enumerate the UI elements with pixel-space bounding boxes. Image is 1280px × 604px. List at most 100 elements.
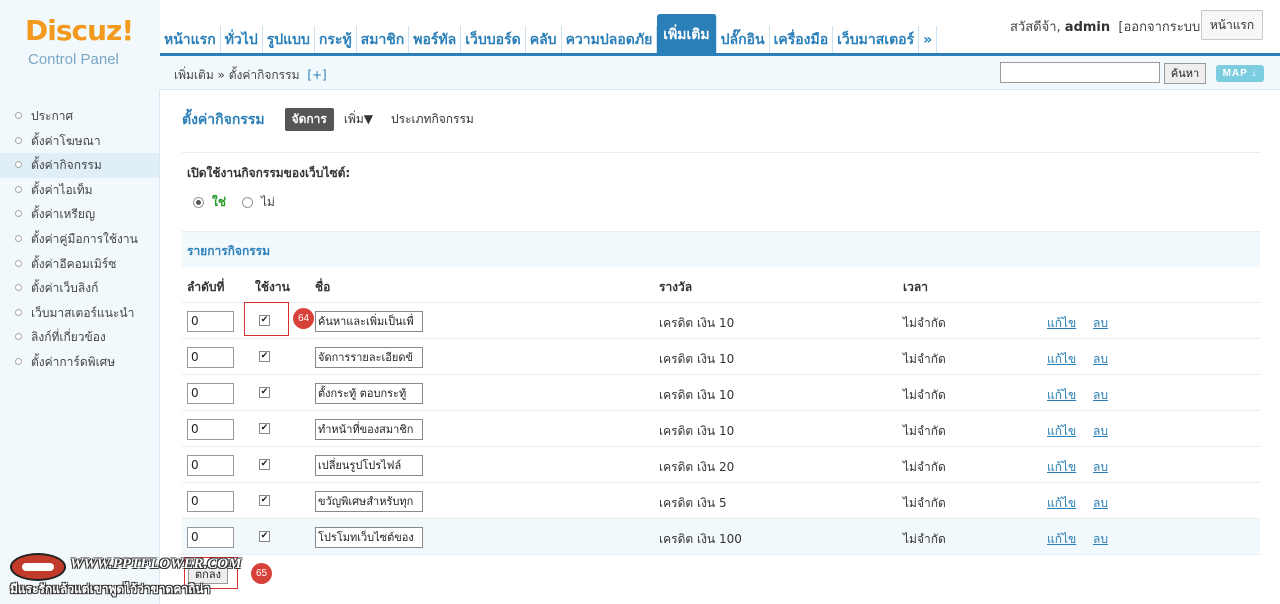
name-input[interactable]: จัดการรายละเอียดข้ xyxy=(315,347,423,368)
reward-text: เครดิต เงิน 10 xyxy=(659,388,735,402)
sidebar-item-related-links[interactable]: ลิงก์ที่เกี่ยวข้อง xyxy=(0,325,159,350)
tab-security[interactable]: ความปลอดภัย xyxy=(562,26,658,54)
enable-label: เปิดใช้งานกิจกรรมของเว็บไซต์: xyxy=(187,166,351,180)
bullet-icon xyxy=(15,210,22,218)
tab-webmaster[interactable]: เว็บมาสเตอร์ xyxy=(833,26,920,54)
add-shortcut-link[interactable]: [+] xyxy=(307,68,326,82)
sidebar-item-medals[interactable]: ตั้งค่าเหรียญ xyxy=(0,202,159,227)
enabled-checkbox[interactable]: ✔ xyxy=(259,387,270,398)
manage-button[interactable]: จัดการ xyxy=(284,108,334,131)
order-input[interactable]: 0 xyxy=(187,347,234,368)
name-input[interactable]: ขวัญพิเศษสำหรับทุก xyxy=(315,491,423,512)
tab-plugins[interactable]: ปลั๊กอิน xyxy=(717,26,770,54)
bullet-icon xyxy=(15,136,22,144)
sidebar-item-tasks[interactable]: ตั้งค่ากิจกรรม xyxy=(0,153,159,178)
order-input[interactable]: 0 xyxy=(187,419,234,440)
delete-link[interactable]: ลบ xyxy=(1093,458,1108,477)
sidebar-item-weblinks[interactable]: ตั้งค่าเว็บลิงก์ xyxy=(0,276,159,301)
logo[interactable]: Discuz! Control Panel xyxy=(0,0,160,90)
delete-link[interactable]: ลบ xyxy=(1093,350,1108,369)
tab-club[interactable]: คลับ xyxy=(526,26,562,54)
search-button[interactable]: ค้นหา xyxy=(1164,63,1206,84)
name-input[interactable]: ตั้งกระทู้ ตอบกระทู้ xyxy=(315,383,423,404)
reward-text: เครดิต เงิน 20 xyxy=(659,460,735,474)
radio-no-label[interactable]: ไม่ xyxy=(261,193,275,212)
time-text: ไม่จำกัด xyxy=(903,352,946,366)
tab-extra[interactable]: เพิ่มเติม xyxy=(657,14,717,54)
tab-members[interactable]: สมาชิก xyxy=(357,26,410,54)
enabled-checkbox[interactable]: ✔ xyxy=(259,423,270,434)
sidebar-item-ecommerce[interactable]: ตั้งค่าอีคอมเมิร์ซ xyxy=(0,252,159,277)
sidebar-item-manual[interactable]: ตั้งค่าคู่มือการใช้งาน xyxy=(0,227,159,252)
enabled-checkbox[interactable]: ✔ xyxy=(259,495,270,506)
tab-more[interactable]: » xyxy=(919,26,938,54)
time-text: ไม่จำกัด xyxy=(903,388,946,402)
page-title: ตั้งค่ากิจกรรม xyxy=(182,111,265,128)
order-input[interactable]: 0 xyxy=(187,491,234,512)
order-input[interactable]: 0 xyxy=(187,383,234,404)
delete-link[interactable]: ลบ xyxy=(1093,530,1108,549)
bullet-icon xyxy=(15,357,22,365)
radio-yes[interactable] xyxy=(193,197,204,208)
edit-link[interactable]: แก้ไข xyxy=(1047,494,1076,513)
main-content: ตั้งค่ากิจกรรม จัดการ เพิ่ม▼ ประเภทกิจกร… xyxy=(160,90,1280,604)
col-enabled: ใช้งาน xyxy=(255,280,290,294)
enabled-checkbox[interactable]: ✔ xyxy=(259,459,270,470)
sidebar-item-label: ประกาศ xyxy=(31,109,74,123)
tab-home[interactable]: หน้าแรก xyxy=(160,26,221,54)
delete-link[interactable]: ลบ xyxy=(1093,386,1108,405)
col-time: เวลา xyxy=(903,280,928,294)
order-input[interactable]: 0 xyxy=(187,455,234,476)
name-input[interactable]: โปรโมทเว็บไซต์ของ xyxy=(315,527,423,548)
edit-link[interactable]: แก้ไข xyxy=(1047,350,1076,369)
home-button[interactable]: หน้าแรก xyxy=(1201,10,1263,40)
search-input[interactable] xyxy=(1000,62,1160,83)
sidebar-item-recommended[interactable]: เว็บมาสเตอร์แนะนำ xyxy=(0,301,159,326)
tab-style[interactable]: รูปแบบ xyxy=(263,26,315,54)
radio-yes-label[interactable]: ใช่ xyxy=(212,193,226,212)
delete-link[interactable]: ลบ xyxy=(1093,494,1108,513)
bullet-icon xyxy=(15,259,22,267)
name-input[interactable]: ทำหน้าที่ของสมาชิก xyxy=(315,419,423,440)
bullet-icon xyxy=(15,234,22,242)
edit-link[interactable]: แก้ไข xyxy=(1047,386,1076,405)
edit-link[interactable]: แก้ไข xyxy=(1047,422,1076,441)
tab-portal[interactable]: พอร์ทัล xyxy=(409,26,462,54)
task-types-link[interactable]: ประเภทกิจกรรม xyxy=(391,110,474,129)
delete-link[interactable]: ลบ xyxy=(1093,422,1108,441)
tab-general[interactable]: ทั่วไป xyxy=(221,26,263,54)
sidebar-item-announcement[interactable]: ประกาศ xyxy=(0,104,159,129)
name-input[interactable]: เปลี่ยนรูปโปรไฟล์ xyxy=(315,455,423,476)
map-button[interactable]: MAP ↓ xyxy=(1216,65,1264,82)
add-menu[interactable]: เพิ่ม▼ xyxy=(344,110,373,129)
name-input[interactable]: ค้นหาและเพิ่มเป็นเพื่ xyxy=(315,311,423,332)
breadcrumb-text: เพิ่มเติม » ตั้งค่ากิจกรรม xyxy=(174,68,300,82)
sidebar-item-ads[interactable]: ตั้งค่าโฆษณา xyxy=(0,129,159,154)
sub-bar: เพิ่มเติม » ตั้งค่ากิจกรรม [+] ค้นหา MAP… xyxy=(160,56,1280,90)
sidebar-item-magic-cards[interactable]: ตั้งค่าการ์ดพิเศษ xyxy=(0,350,159,375)
order-input[interactable]: 0 xyxy=(187,311,234,332)
edit-link[interactable]: แก้ไข xyxy=(1047,314,1076,333)
sidebar-item-label: ตั้งค่าไอเท็ม xyxy=(31,182,93,197)
username: admin xyxy=(1064,20,1111,35)
sidebar-item-label: เว็บมาสเตอร์แนะนำ xyxy=(31,305,135,320)
bullet-icon xyxy=(15,112,22,119)
watermark-caption: มีแระรักแล้วแต่เขาพูดไว้ว่าขาดคาถิน่า xyxy=(10,582,211,596)
divider xyxy=(182,152,1260,153)
radio-no[interactable] xyxy=(242,197,254,208)
page-header: ตั้งค่ากิจกรรม จัดการ เพิ่ม▼ ประเภทกิจกร… xyxy=(182,108,474,131)
tab-forum[interactable]: เว็บบอร์ด xyxy=(461,26,526,54)
tab-threads[interactable]: กระทู้ xyxy=(315,26,357,54)
enabled-checkbox[interactable]: ✔ xyxy=(259,531,270,542)
table-row: 0 ✔ จัดการรายละเอียดข้ เครดิต เงิน 10 ไม… xyxy=(182,339,1260,375)
logout-link[interactable]: [ออกจากระบบ] xyxy=(1118,20,1205,35)
enabled-checkbox[interactable]: ✔ xyxy=(259,351,270,362)
logo-subtitle: Control Panel xyxy=(28,51,119,68)
tab-tools[interactable]: เครื่องมือ xyxy=(770,26,834,54)
sidebar-item-items[interactable]: ตั้งค่าไอเท็ม xyxy=(0,178,159,203)
order-input[interactable]: 0 xyxy=(187,527,234,548)
time-text: ไม่จำกัด xyxy=(903,496,946,510)
delete-link[interactable]: ลบ xyxy=(1093,314,1108,333)
edit-link[interactable]: แก้ไข xyxy=(1047,458,1076,477)
edit-link[interactable]: แก้ไข xyxy=(1047,530,1076,549)
